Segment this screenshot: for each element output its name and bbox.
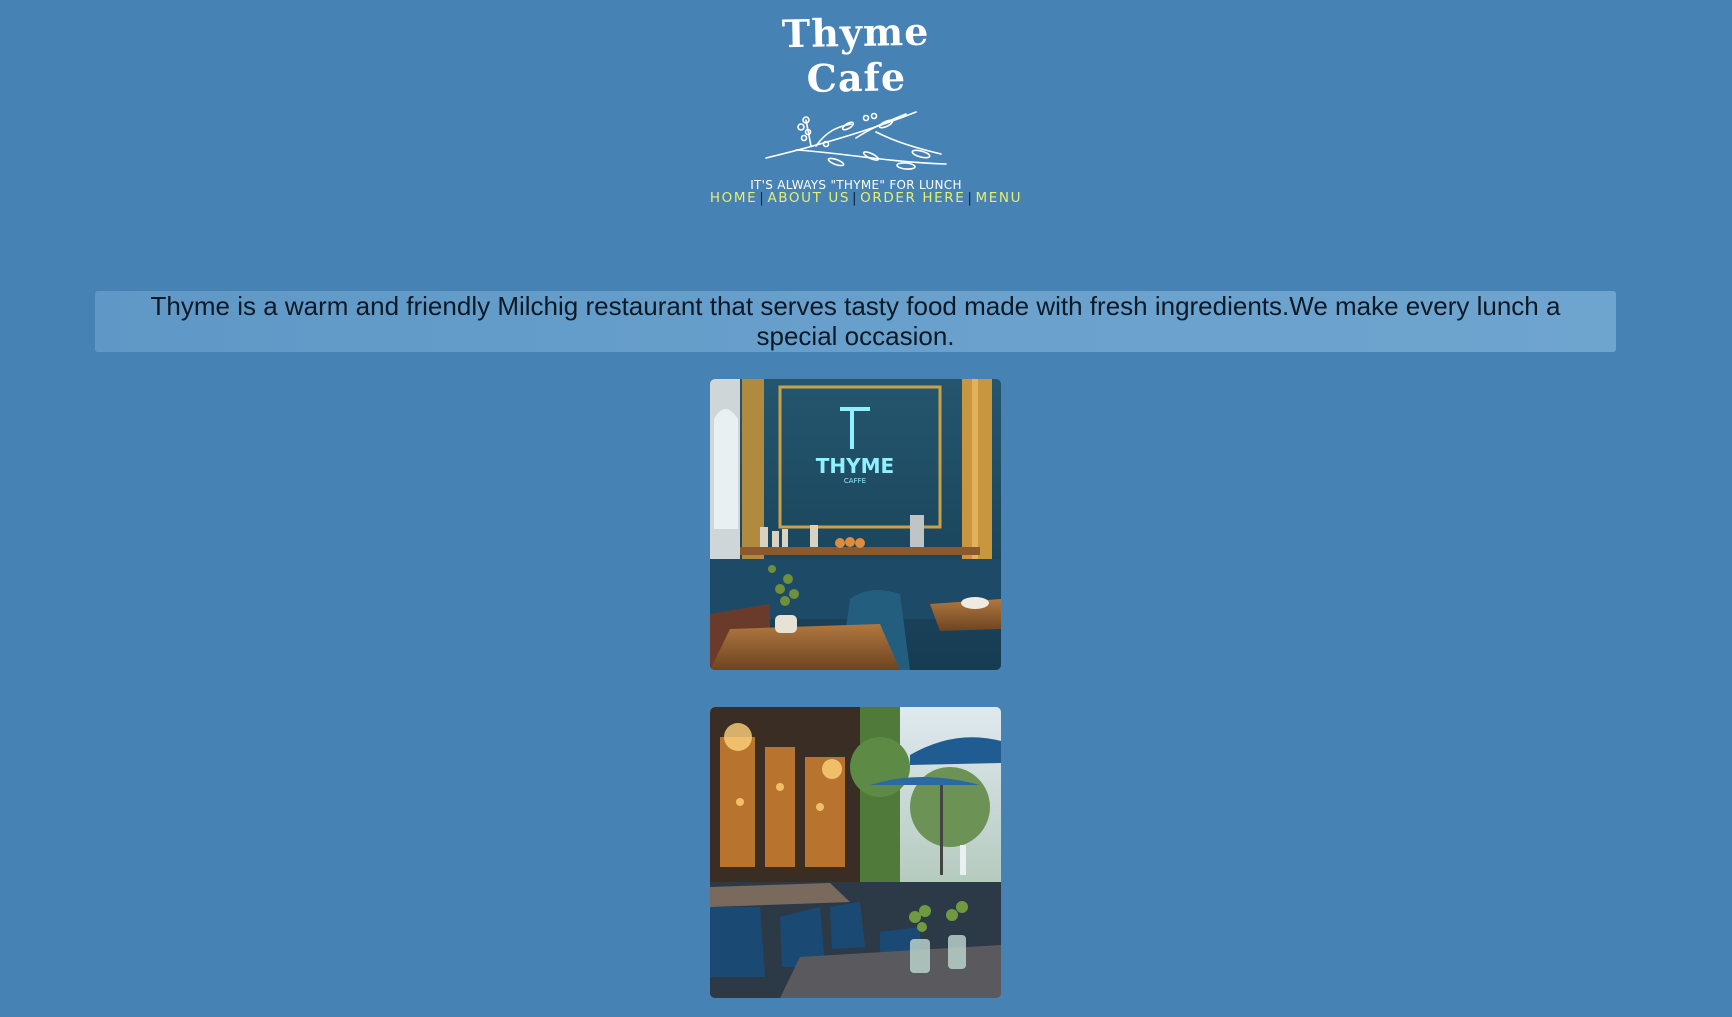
logo-title: Thyme Cafe [781,8,930,101]
nav-separator: | [852,190,859,206]
main-nav: HOME | ABOUT US | ORDER HERE | MENU [0,190,1732,206]
cafe-interior-photo: THYME CAFFE [710,379,1001,670]
nav-order-here[interactable]: ORDER HERE [860,190,965,206]
intro-banner: Thyme is a warm and friendly Milchig res… [95,291,1616,352]
intro-text: Thyme is a warm and friendly Milchig res… [150,291,1561,351]
nav-separator: | [967,190,974,206]
interior-sign-subtext: CAFFE [844,477,866,485]
interior-sign-text: THYME [816,454,894,478]
nav-separator: | [759,190,766,206]
cafe-patio-photo [710,707,1001,998]
nav-about-us[interactable]: ABOUT US [767,190,850,206]
thyme-sprig-icon [765,111,947,170]
nav-menu[interactable]: MENU [976,190,1023,206]
logo[interactable]: Thyme Cafe IT'S ALWAYS "THYME" FOR LUNCH [730,6,982,192]
nav-home[interactable]: HOME [710,190,757,206]
